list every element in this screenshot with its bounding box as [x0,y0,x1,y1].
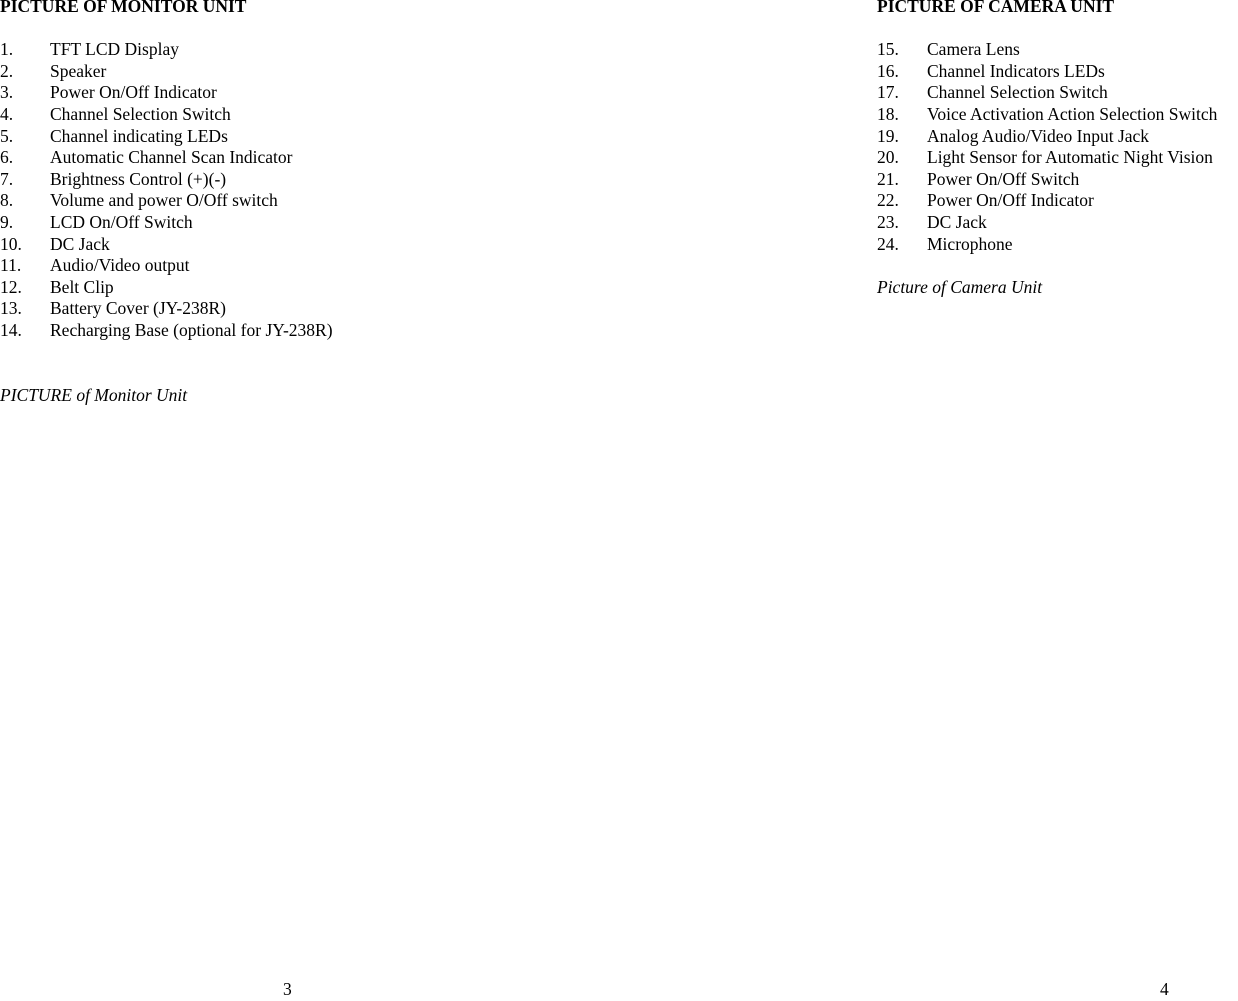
list-item: 10. DC Jack [0,234,333,256]
list-item: 9. LCD On/Off Switch [0,212,333,234]
item-number: 11. [0,255,22,276]
item-label: Light Sensor for Automatic Night Vision [927,147,1213,168]
monitor-title: PICTURE OF MONITOR UNIT [0,0,247,16]
item-number: 18. [877,103,899,124]
item-number: 10. [0,233,22,254]
list-item: 2. Speaker [0,61,333,83]
list-item: 3. Power On/Off Indicator [0,82,333,104]
item-number: 6. [0,147,14,168]
monitor-section: PICTURE OF MONITOR UNIT 1. TFT LCD Displa… [0,0,333,406]
camera-caption: Picture of Camera Unit [877,276,1043,297]
item-label: Microphone [927,233,1013,254]
list-item: 23. DC Jack [877,212,1217,234]
item-number: 8. [0,190,14,211]
item-label: Brightness Control (+)(-) [50,168,227,189]
item-label: Power On/Off Indicator [50,82,217,103]
list-item: 24. Microphone [877,234,1217,256]
list-item: 12. Belt Clip [0,277,333,299]
item-label: DC Jack [50,233,110,254]
item-number: 20. [877,147,899,168]
item-label: Belt Clip [50,276,114,297]
item-number: 7. [0,168,14,189]
item-number: 24. [877,233,899,254]
item-number: 9. [0,211,14,232]
list-item: 21. Power On/Off Switch [877,169,1217,191]
item-label: Power On/Off Indicator [927,190,1094,211]
item-number: 16. [877,60,899,81]
camera-title: PICTURE OF CAMERA UNIT [877,0,1115,16]
item-number: 17. [877,82,899,103]
item-label: Speaker [50,60,107,81]
list-item: 15. Camera Lens [877,39,1217,61]
item-label: Channel indicating LEDs [50,125,228,146]
item-number: 22. [877,190,899,211]
list-item: 8. Volume and power O/Off switch [0,190,333,212]
list-item: 16. Channel Indicators LEDs [877,61,1217,83]
item-number: 13. [0,298,22,319]
list-item: 4. Channel Selection Switch [0,104,333,126]
item-number: 19. [877,125,899,146]
monitor-caption: PICTURE of Monitor Unit [0,384,188,405]
item-number: 2. [0,60,14,81]
monitor-parts-list: 1. TFT LCD Display 2. Speaker 3. Power On/Off… [0,39,333,341]
list-item: 18. Voice Activation Action Selection Swi… [877,104,1217,126]
list-item: 20. Light Sensor for Automatic Night Visi… [877,147,1217,169]
item-label: Channel Selection Switch [927,82,1108,103]
item-label: Voice Activation Action Selection Switch [927,103,1218,124]
list-item: 11. Audio/Video output [0,255,333,277]
item-label: Recharging Base (optional for JY-238R) [50,319,333,340]
item-label: LCD On/Off Switch [50,211,193,232]
item-number: 14. [0,319,22,340]
item-label: Channel Selection Switch [50,103,231,124]
item-label: Analog Audio/Video Input Jack [927,125,1150,146]
list-item: 19. Analog Audio/Video Input Jack [877,126,1217,148]
item-label: TFT LCD Display [50,39,179,60]
item-label: Camera Lens [927,39,1020,60]
item-number: 12. [0,276,22,297]
item-label: Power On/Off Switch [927,168,1080,189]
page-number-left: 3 [283,979,292,999]
item-label: Channel Indicators LEDs [927,60,1105,81]
list-item: 1. TFT LCD Display [0,39,333,61]
list-item: 5. Channel indicating LEDs [0,126,333,148]
item-number: 21. [877,168,899,189]
item-number: 5. [0,125,14,146]
list-item: 17. Channel Selection Switch [877,82,1217,104]
list-item: 6. Automatic Channel Scan Indicator [0,147,333,169]
camera-section: PICTURE OF CAMERA UNIT 15. Camera Lens 16.… [877,0,1217,298]
list-item: 7. Brightness Control (+)(-) [0,169,333,191]
list-item: 13. Battery Cover (JY-238R) [0,298,333,320]
list-item: 22. Power On/Off Indicator [877,190,1217,212]
item-label: Battery Cover (JY-238R) [50,298,226,319]
item-label: Volume and power O/Off switch [50,190,278,211]
item-label: DC Jack [927,211,987,232]
item-number: 4. [0,103,14,124]
list-item: 14. Recharging Base (optional for JY-238R… [0,320,333,342]
item-number: 15. [877,39,899,60]
camera-parts-list: 15. Camera Lens 16. Channel Indicators LEDs… [877,39,1217,255]
item-number: 3. [0,82,14,103]
item-label: Automatic Channel Scan Indicator [50,147,293,168]
item-number: 1. [0,39,14,60]
item-label: Audio/Video output [50,255,190,276]
page-number-right: 4 [1160,979,1169,999]
item-number: 23. [877,211,899,232]
